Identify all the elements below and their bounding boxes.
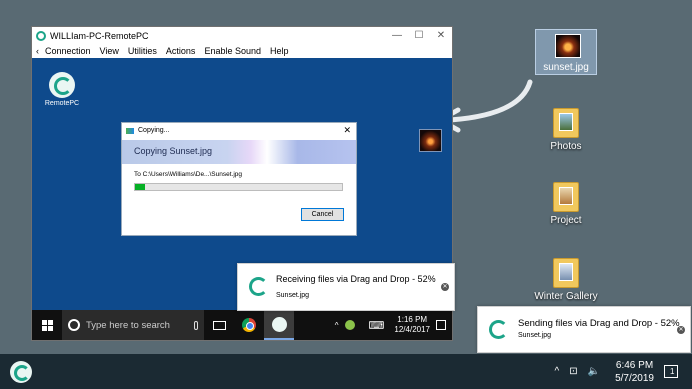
clock-time: 6:46 PM — [615, 359, 654, 371]
remotepc-logo-icon — [49, 72, 75, 98]
taskbar-clock[interactable]: 1:16 PM 12/4/2017 — [388, 315, 436, 335]
tray-app-icon[interactable] — [344, 320, 355, 330]
collapse-menu-button[interactable]: ‹ — [36, 46, 39, 56]
windows-icon — [41, 319, 53, 331]
notifications-icon[interactable] — [436, 320, 446, 330]
window-title: WILLIam-PC-RemotePC — [50, 30, 149, 41]
keyboard-icon[interactable]: ⌨ — [369, 319, 385, 332]
folder-icon — [553, 108, 579, 138]
taskbar-remotepc[interactable] — [264, 310, 294, 340]
dialog-banner: Copying Sunset.jpg — [122, 140, 356, 164]
tray-overflow-button[interactable]: ^ — [335, 321, 339, 330]
task-view-icon — [212, 320, 226, 330]
taskbar-remotepc[interactable] — [10, 360, 32, 383]
taskbar-chrome[interactable] — [234, 310, 264, 340]
dragged-image-icon — [419, 129, 442, 152]
notification-close-button[interactable]: ✕ — [441, 283, 449, 291]
desktop-icon-label: Project — [550, 215, 582, 226]
progress-fill — [135, 184, 146, 190]
dialog-title: Copying... — [138, 127, 170, 134]
remotepc-logo-icon — [486, 317, 510, 341]
desktop-icon-label: RemotePC — [44, 100, 80, 107]
notification-file: Sunset.jpg — [276, 292, 310, 299]
network-icon[interactable]: ⊡ — [569, 366, 577, 377]
destination-path: To C:\Users\Williams\De...\Sunset.jpg — [134, 171, 243, 178]
notification-title: Receiving files via Drag and Drop - 52% — [276, 274, 436, 284]
menu-enable-sound[interactable]: Enable Sound — [204, 46, 261, 56]
menu-utilities[interactable]: Utilities — [128, 46, 157, 56]
receiving-notification[interactable]: Receiving files via Drag and Drop - 52% … — [237, 263, 455, 311]
menu-actions[interactable]: Actions — [166, 46, 196, 56]
cortana-icon — [68, 319, 80, 331]
close-button[interactable]: ✕ — [430, 30, 452, 41]
system-tray: ^ ⊡ 🔈 6:46 PM 5/7/2019 1 — [550, 359, 692, 385]
dialog-titlebar: Copying... ✕ — [122, 123, 356, 138]
maximize-button[interactable]: ☐ — [408, 30, 430, 41]
menu-help[interactable]: Help — [270, 46, 289, 56]
sending-notification[interactable]: Sending files via Drag and Drop - 52% Su… — [477, 306, 691, 353]
task-view-button[interactable] — [204, 310, 234, 340]
minimize-button[interactable]: — — [386, 30, 408, 41]
clock-date: 5/7/2019 — [615, 372, 654, 384]
desktop-icon-label: Winter Gallery — [534, 291, 598, 302]
local-taskbar: ^ ⊡ 🔈 6:46 PM 5/7/2019 1 — [0, 354, 692, 389]
desktop-icon-sunset[interactable]: sunset.jpg — [535, 29, 597, 75]
clock-date: 12/4/2017 — [394, 325, 430, 334]
menu-connection[interactable]: Connection — [45, 46, 91, 56]
window-titlebar[interactable]: WILLIam-PC-RemotePC — ☐ ✕ — [32, 27, 452, 44]
folder-icon — [553, 182, 579, 212]
remotepc-logo-icon — [271, 316, 287, 332]
menu-view[interactable]: View — [100, 46, 119, 56]
volume-icon[interactable]: 🔈 — [588, 366, 600, 377]
start-button[interactable] — [32, 310, 62, 340]
tray-overflow-button[interactable]: ^ — [555, 366, 560, 377]
folder-icon — [553, 258, 579, 288]
chrome-icon — [242, 318, 256, 332]
desktop-icon-label: sunset.jpg — [543, 62, 589, 73]
clock-time: 1:16 PM — [397, 315, 428, 324]
notification-title: Sending files via Drag and Drop - 52% — [518, 318, 680, 329]
remote-taskbar: Type here to search ^ ⌨ 1:16 PM 12/4/201… — [32, 310, 452, 340]
notification-close-button[interactable]: ✕ — [677, 326, 685, 334]
remotepc-logo-icon — [246, 274, 270, 298]
desktop-icon-project[interactable]: Project — [534, 182, 598, 226]
copying-dialog[interactable]: Copying... ✕ Copying Sunset.jpg To C:\Us… — [121, 122, 357, 236]
notification-file: Sunset.jpg — [518, 332, 552, 339]
desktop-icon-winter-gallery[interactable]: Winter Gallery — [534, 258, 598, 302]
taskbar-search[interactable]: Type here to search — [62, 310, 204, 340]
desktop-icon-photos[interactable]: Photos — [534, 108, 598, 152]
remotepc-logo-icon — [36, 30, 46, 41]
image-icon — [555, 34, 581, 58]
action-center-button[interactable]: 1 — [664, 365, 678, 378]
search-placeholder: Type here to search — [86, 319, 170, 331]
desktop-icon-label: Photos — [550, 141, 582, 152]
microphone-icon[interactable] — [194, 320, 198, 330]
copy-icon — [126, 127, 134, 134]
cancel-button[interactable]: Cancel — [301, 208, 344, 221]
remote-desktop-icon-remotepc[interactable]: RemotePC — [42, 72, 82, 107]
dialog-close-button[interactable]: ✕ — [343, 125, 351, 136]
copy-progress-bar — [134, 183, 343, 191]
notification-count: 1 — [670, 367, 675, 376]
taskbar-clock[interactable]: 6:46 PM 5/7/2019 — [605, 359, 664, 385]
system-tray: ^ ⌨ 1:16 PM 12/4/2017 — [329, 315, 452, 335]
menubar: ‹ Connection View Utilities Actions Enab… — [32, 44, 452, 58]
